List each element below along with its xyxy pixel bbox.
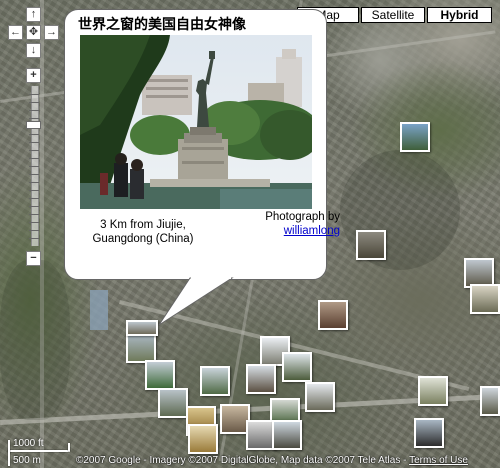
scale-feet-label: 1000 ft <box>13 438 44 449</box>
zoom-tick <box>29 94 39 95</box>
photo-thumbnail[interactable] <box>470 284 500 314</box>
zoom-tick <box>29 110 39 111</box>
photo-thumbnail[interactable] <box>414 418 444 448</box>
photo-credit-prefix: Photograph by <box>265 211 340 223</box>
zoom-out-button[interactable]: − <box>26 251 41 266</box>
pan-right-button[interactable]: → <box>44 25 59 40</box>
zoom-tick <box>29 166 39 167</box>
zoom-in-button[interactable]: + <box>26 68 41 83</box>
map-type-hybrid-button[interactable]: Hybrid <box>427 7 492 23</box>
photo-thumbnail[interactable] <box>200 366 230 396</box>
photo-location-caption: 3 Km from Jiujie, Guangdong (China) <box>92 219 194 245</box>
photo-thumbnail[interactable] <box>188 424 218 454</box>
terms-of-use-link[interactable]: Terms of Use <box>409 455 468 466</box>
photo-thumbnail[interactable] <box>305 382 335 412</box>
scale-meters-label: 500 m <box>13 455 41 466</box>
pan-up-button[interactable]: ↑ <box>26 7 41 22</box>
zoom-tick <box>29 158 39 159</box>
map-type-satellite-button[interactable]: Satellite <box>361 7 425 23</box>
zoom-tick <box>29 222 39 223</box>
photo-thumbnail[interactable] <box>318 300 348 330</box>
zoom-tick <box>29 142 39 143</box>
photo-thumbnail[interactable] <box>246 364 276 394</box>
zoom-tick <box>29 230 39 231</box>
copyright-notice: ©2007 Google - Imagery ©2007 DigitalGlob… <box>76 455 468 466</box>
zoom-tick <box>29 190 39 191</box>
statue-of-liberty-photo[interactable] <box>80 35 312 209</box>
pan-left-button[interactable]: ← <box>8 25 23 40</box>
zoom-tick <box>29 174 39 175</box>
zoom-tick <box>29 102 39 103</box>
pan-center-button[interactable]: ✥ <box>26 25 41 40</box>
zoom-tick <box>29 238 39 239</box>
photo-thumbnail[interactable] <box>480 386 500 416</box>
scale-bar-tick <box>68 443 70 451</box>
photo-thumbnail[interactable] <box>418 376 448 406</box>
photo-thumbnail[interactable] <box>158 388 188 418</box>
pan-down-button[interactable]: ↓ <box>26 43 41 58</box>
photo-thumbnail[interactable] <box>272 420 302 450</box>
photo-thumbnail[interactable] <box>145 360 175 390</box>
scale-bar-tick <box>8 440 10 466</box>
zoom-tick <box>29 150 39 151</box>
zoom-tick <box>29 118 39 119</box>
photo-thumbnail[interactable] <box>126 320 158 336</box>
photo-thumbnail[interactable] <box>356 230 386 260</box>
copyright-text: ©2007 Google - Imagery ©2007 DigitalGlob… <box>76 455 407 466</box>
terrain-shade <box>0 260 70 420</box>
photo-thumbnail[interactable] <box>126 333 156 363</box>
zoom-slider-handle[interactable] <box>26 121 41 129</box>
photo-credit: Photograph by williamlong <box>222 210 340 238</box>
road <box>90 290 108 330</box>
photo-thumbnail[interactable] <box>282 352 312 382</box>
scale-bar-line <box>8 450 70 452</box>
zoom-tick <box>29 182 39 183</box>
info-window-title: 世界之窗的美国自由女神像 <box>78 16 246 32</box>
photo-thumbnail[interactable] <box>400 122 430 152</box>
photo-illustration <box>80 35 312 209</box>
zoom-tick <box>29 214 39 215</box>
author-link[interactable]: williamlong <box>284 225 340 237</box>
zoom-tick <box>29 134 39 135</box>
zoom-tick <box>29 206 39 207</box>
zoom-tick <box>29 198 39 199</box>
